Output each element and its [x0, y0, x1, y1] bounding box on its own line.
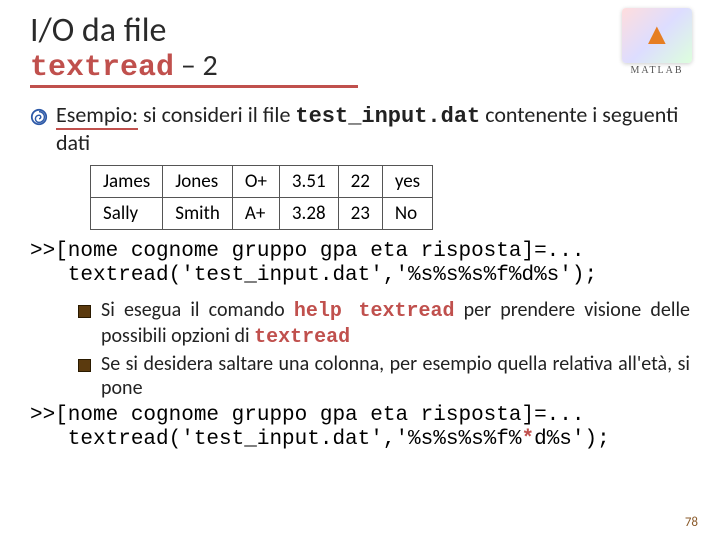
- esempio-label: Esempio:: [56, 102, 138, 130]
- textread-cmd: textread: [254, 326, 350, 349]
- filename: test_input.dat: [295, 104, 480, 129]
- sub-bullet-help: Si esegua il comando help textread per p…: [78, 298, 690, 350]
- page-number: 78: [685, 515, 698, 530]
- star-wildcard: *: [521, 428, 534, 451]
- logo-text: MATLAB: [612, 65, 702, 76]
- bullet-esempio: Esempio: si consideri il file test_input…: [30, 102, 690, 157]
- intro-text: Esempio: si consideri il file test_input…: [56, 102, 690, 157]
- subtitle-rest: – 2: [174, 47, 218, 84]
- table-row: James Jones O+ 3.51 22 yes: [91, 165, 433, 197]
- matlab-logo: MATLAB: [612, 8, 702, 83]
- code-block-2: >>[nome cognome gruppo gpa eta risposta]…: [30, 404, 690, 452]
- code-block-1: >>[nome cognome gruppo gpa eta risposta]…: [30, 240, 690, 288]
- subtitle-code: textread: [30, 51, 174, 85]
- square-bullet-icon: [78, 359, 91, 372]
- swirl-icon: [30, 108, 48, 126]
- slide-subtitle: textread – 2: [30, 47, 358, 88]
- table-row: Sally Smith A+ 3.28 23 No: [91, 197, 433, 229]
- square-bullet-icon: [78, 305, 91, 318]
- sub-bullet-skip: Se si desidera saltare una colonna, per …: [78, 352, 690, 400]
- slide-title: I/O da file: [30, 10, 690, 51]
- help-cmd: help textread: [294, 300, 455, 323]
- data-table: James Jones O+ 3.51 22 yes Sally Smith A…: [90, 165, 433, 230]
